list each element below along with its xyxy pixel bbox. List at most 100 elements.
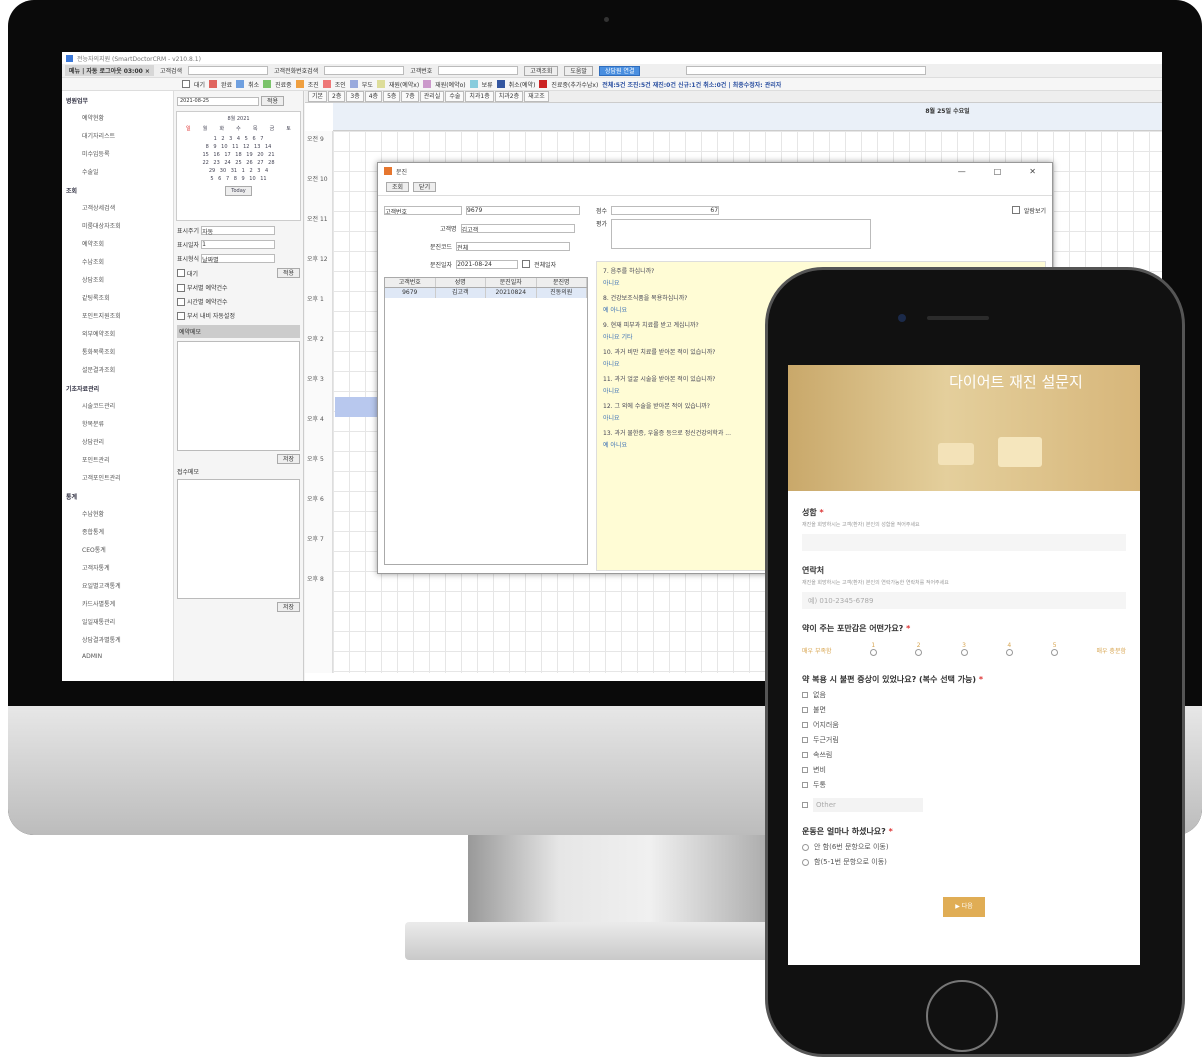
radio[interactable]	[802, 843, 809, 851]
tab-floor[interactable]: 관리실	[419, 91, 445, 102]
table-row[interactable]: 9679 김고객 20210824 진동의원	[385, 288, 587, 298]
checkbox[interactable]	[802, 752, 808, 758]
home-button[interactable]	[926, 980, 998, 1052]
other-option[interactable]: Other	[802, 798, 1126, 812]
sidebar-item[interactable]: 요일별고객통계	[62, 577, 173, 595]
phone-search-input[interactable]	[324, 66, 405, 75]
wait-apply-button[interactable]: 적용	[276, 268, 300, 278]
side-option[interactable]: 속쓰림	[802, 750, 1126, 760]
checkbox[interactable]	[802, 707, 808, 713]
phone-input[interactable]: 예) 010-2345-6789	[802, 592, 1126, 609]
checkbox[interactable]	[177, 311, 185, 320]
sidebar-item[interactable]: 시술코드관리	[62, 397, 173, 415]
calendar-year[interactable]: 2021	[237, 116, 250, 122]
tab-floor[interactable]: 기본	[308, 91, 328, 102]
menu-tab[interactable]: 메뉴 | 자동 로그아웃 03:00 ×	[65, 65, 154, 76]
checkbox[interactable]	[802, 692, 808, 698]
date-field[interactable]: 2021-08-24	[456, 259, 519, 269]
sidebar-item[interactable]: 카드사별통계	[62, 595, 173, 613]
name-input[interactable]	[802, 534, 1126, 551]
customer-number-input[interactable]	[438, 66, 519, 75]
side-option[interactable]: 어지러움	[802, 720, 1126, 730]
side-option[interactable]: 두통	[802, 780, 1126, 790]
tab-floor[interactable]: 치과2층	[494, 91, 524, 102]
eval-field[interactable]	[611, 219, 872, 249]
sidebar-item[interactable]: ADMIN	[62, 649, 173, 667]
sidebar-item[interactable]: 종합통계	[62, 523, 173, 541]
close-icon[interactable]: ✕	[1029, 167, 1036, 176]
checkbox[interactable]	[177, 297, 185, 306]
scale-radio[interactable]	[869, 649, 877, 656]
sidebar-item[interactable]: 고객자통계	[62, 559, 173, 577]
consult-button[interactable]: 상담원 연결	[598, 65, 641, 76]
column-header[interactable]: 고객번호	[385, 278, 436, 287]
sidebar-item[interactable]: 수납조회	[62, 253, 173, 271]
sidebar-item[interactable]: CEO통계	[62, 541, 173, 559]
checkbox[interactable]	[177, 283, 185, 292]
exercise-option[interactable]: 안 함(6번 문항으로 이동)	[802, 842, 1126, 852]
tab-floor[interactable]: 3층	[346, 91, 364, 102]
calendar-week[interactable]: 22 23 24 25 26 27 28	[180, 159, 297, 167]
column-header[interactable]: 성명	[436, 278, 486, 287]
calendar-week[interactable]: 1 2 3 4 5 6 7	[180, 135, 297, 143]
tab-floor[interactable]: 2층	[328, 91, 346, 102]
radio[interactable]	[802, 858, 809, 866]
all-dates-checkbox[interactable]	[522, 260, 531, 268]
reservation-memo[interactable]	[177, 341, 300, 451]
sidebar-section-title[interactable]: 조회	[62, 181, 173, 199]
sidebar-item[interactable]: 대기자리스트	[62, 127, 173, 145]
exercise-option[interactable]: 함(5-1번 문항으로 이동)	[802, 857, 1126, 867]
display-date-select[interactable]: 1	[201, 240, 276, 249]
scale-radio[interactable]	[915, 649, 923, 656]
scale-radio[interactable]	[1005, 649, 1013, 656]
customer-type-select[interactable]: 고객번호	[384, 205, 462, 215]
other-input[interactable]: Other	[813, 798, 923, 812]
sidebar-item[interactable]: 수술일	[62, 163, 173, 181]
tab-floor[interactable]: 4층	[364, 91, 383, 102]
sidebar-item[interactable]: 외부예약조회	[62, 325, 173, 343]
column-header[interactable]: 문진일자	[486, 278, 537, 287]
customer-search-button[interactable]: 고객조회	[524, 65, 559, 76]
apply-button[interactable]: 적용	[261, 96, 285, 106]
sidebar-section-title[interactable]: 통계	[62, 487, 173, 505]
format-select[interactable]: 날짜별	[201, 254, 276, 264]
sidebar-item[interactable]: 예약조회	[62, 235, 173, 253]
date-picker[interactable]: 2021-08-25	[177, 96, 259, 106]
sidebar-item[interactable]: 미수입등록	[62, 145, 173, 163]
sidebar-item[interactable]: 포인트관리	[62, 451, 173, 469]
sidebar-item[interactable]: 고객상세검색	[62, 199, 173, 217]
wait-checkbox[interactable]	[177, 269, 185, 277]
today-button[interactable]: Today	[225, 186, 252, 196]
help-button[interactable]: 도움말	[564, 65, 593, 76]
checkbox[interactable]	[802, 802, 808, 808]
customer-search-input[interactable]	[188, 66, 269, 75]
calendar-days[interactable]: 1 2 3 4 5 6 7 8 9 10 11 12 13 14 15 16 1…	[180, 135, 297, 183]
sidebar-item[interactable]: 같팅록조회	[62, 289, 173, 307]
calendar-week[interactable]: 8 9 10 11 12 13 14	[180, 143, 297, 151]
sidebar-item[interactable]: 예약현황	[62, 109, 173, 127]
tab-floor[interactable]: 수술	[445, 91, 465, 102]
sidebar-item[interactable]: 통화목록조회	[62, 343, 173, 361]
tab-floor[interactable]: 치과1층	[465, 91, 494, 102]
alarm-checkbox[interactable]	[1011, 206, 1020, 214]
sidebar-item[interactable]: 설문결과조회	[62, 361, 173, 379]
calendar-week[interactable]: 15 16 17 18 19 20 21	[180, 151, 297, 159]
calendar-week[interactable]: 5 6 7 8 9 10 11	[180, 175, 297, 183]
maximize-icon[interactable]: □	[994, 167, 1002, 176]
sidebar-item[interactable]: 상담조회	[62, 271, 173, 289]
tab-floor[interactable]: 7층	[401, 91, 419, 102]
sidebar-item[interactable]: 고객포인트관리	[62, 469, 173, 487]
tab-floor[interactable]: 5층	[383, 91, 401, 102]
sidebar-item[interactable]: 포인트지원조회	[62, 307, 173, 325]
customer-number-field[interactable]: 9679	[466, 205, 580, 215]
tab-floor[interactable]: 재고조	[524, 91, 549, 102]
sidebar-item[interactable]: 상담결과별통계	[62, 631, 173, 649]
calendar-month[interactable]: 8월	[227, 116, 235, 122]
sidebar-item[interactable]: 항목분류	[62, 415, 173, 433]
minimize-icon[interactable]: —	[958, 167, 966, 176]
sidebar-item[interactable]: 일일재통관리	[62, 613, 173, 631]
column-header[interactable]: 문진명	[537, 278, 587, 287]
sidebar-item[interactable]: 수납현황	[62, 505, 173, 523]
checkbox[interactable]	[802, 782, 808, 788]
next-button[interactable]: ▶ 다음	[943, 897, 985, 917]
